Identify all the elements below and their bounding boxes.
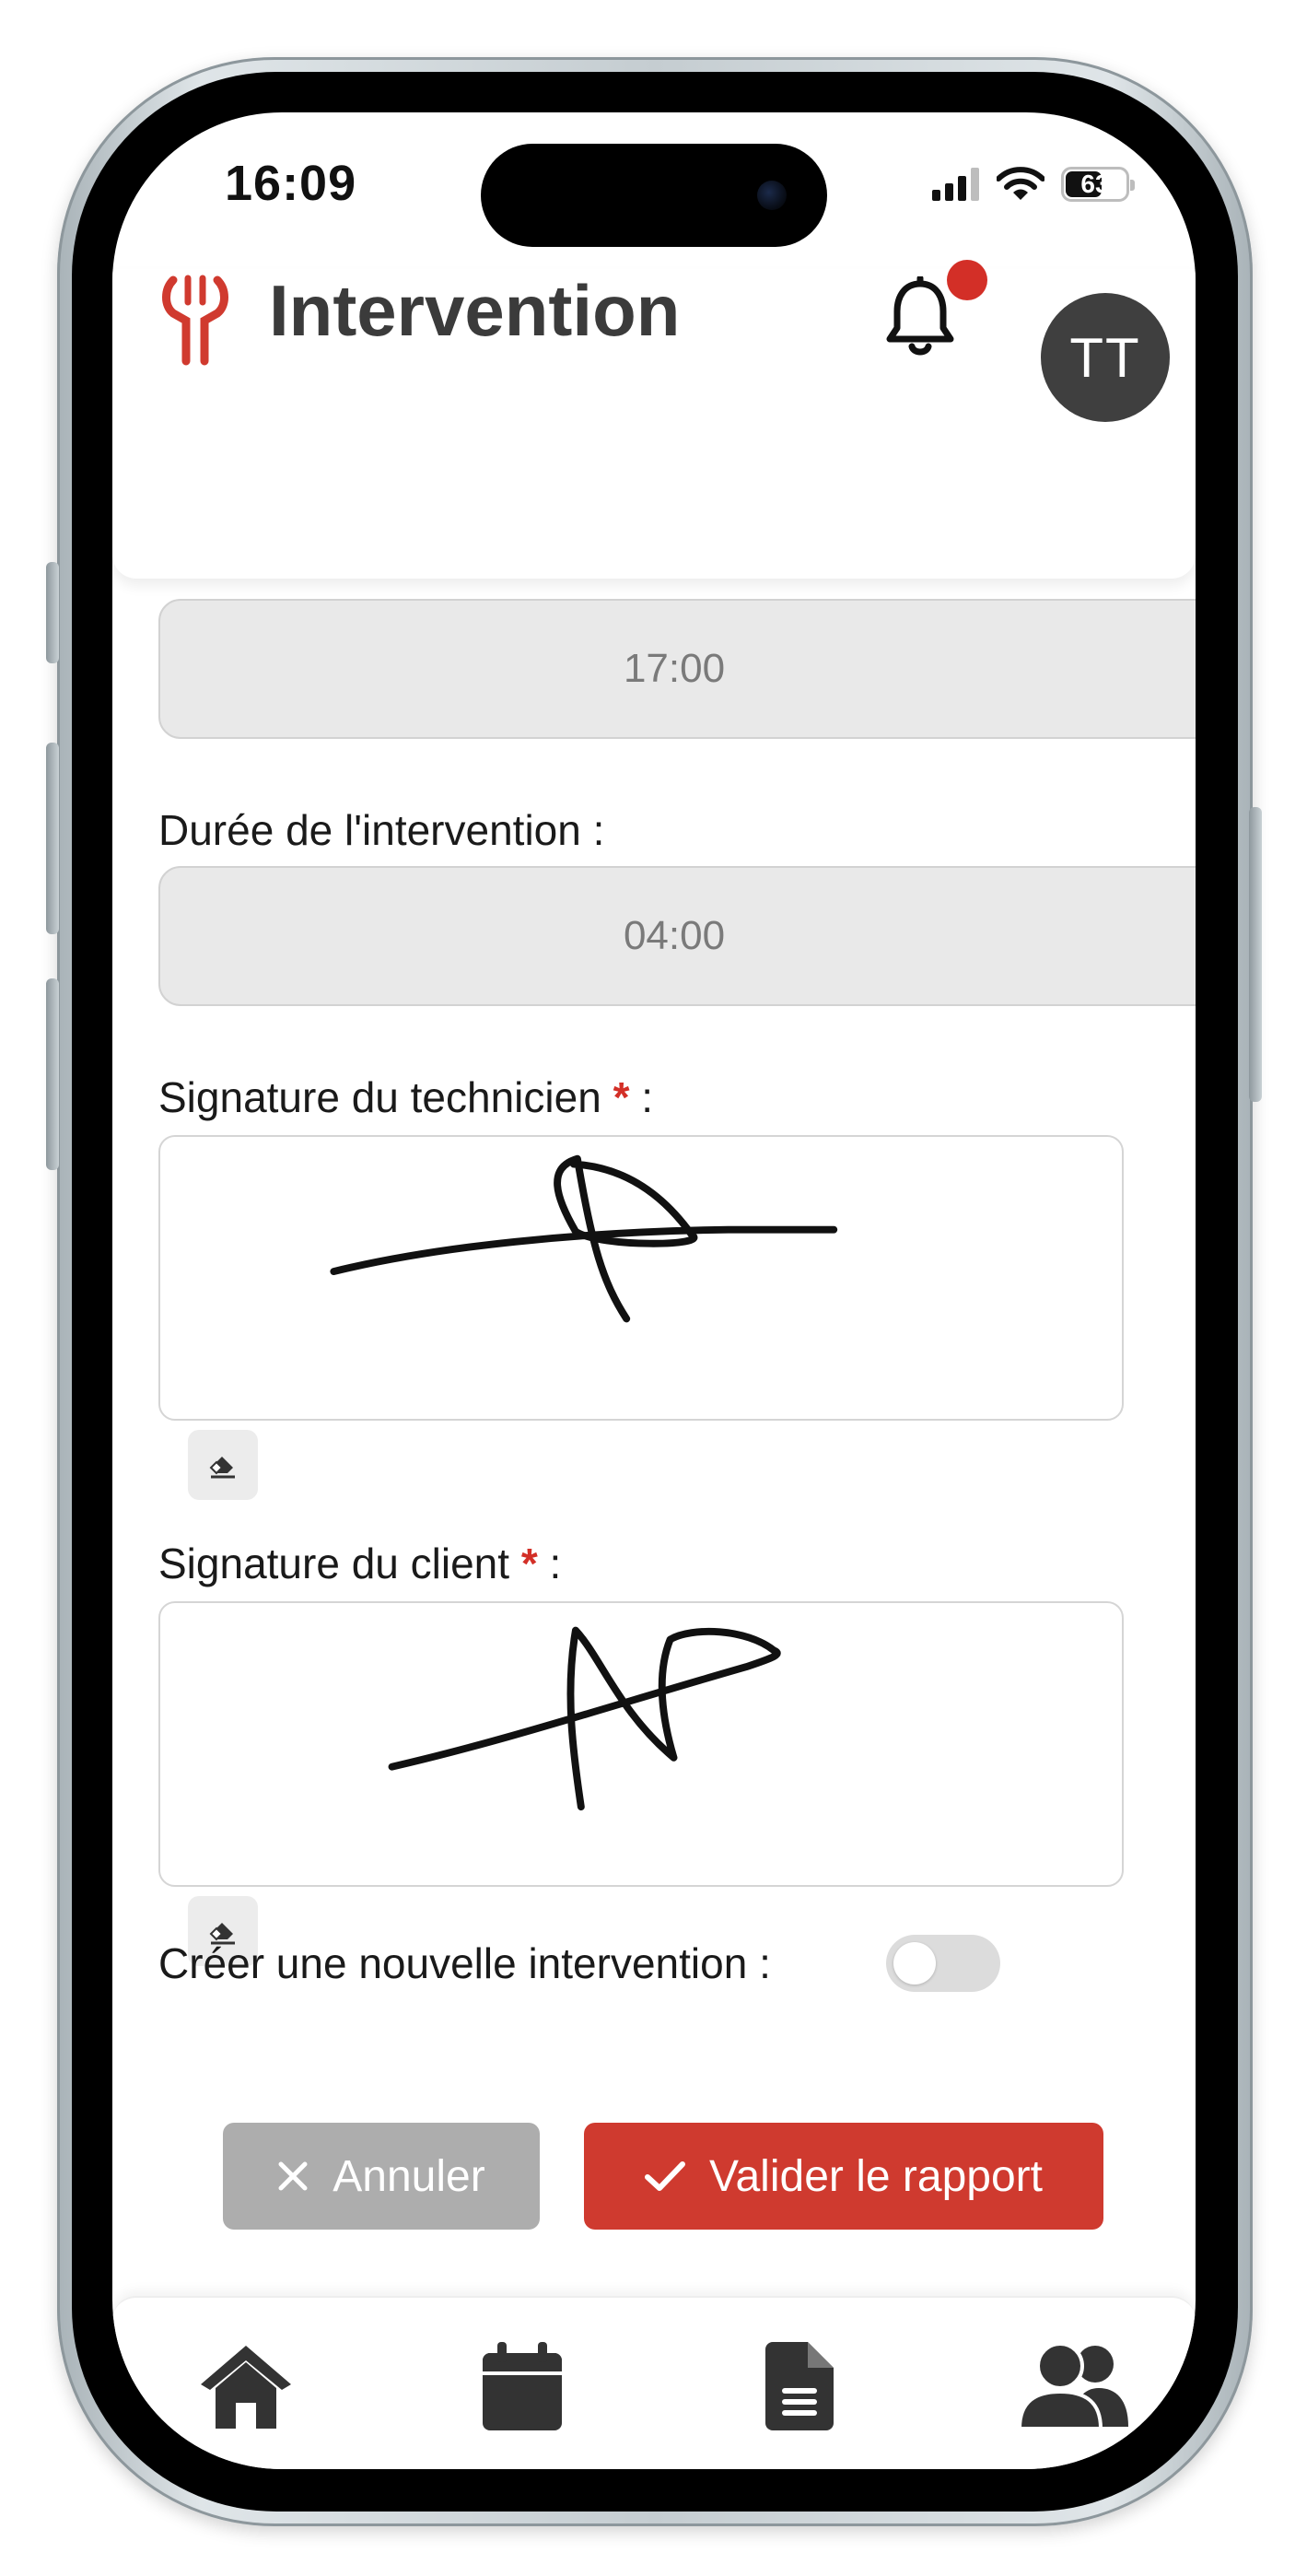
tech-signature-pad[interactable] bbox=[158, 1135, 1124, 1421]
eraser-icon bbox=[209, 1457, 235, 1479]
battery-icon: 63 bbox=[1061, 167, 1135, 202]
duration-label: Durée de l'intervention : bbox=[158, 806, 605, 854]
cancel-button-label: Annuler bbox=[333, 2151, 485, 2201]
check-icon bbox=[645, 2161, 686, 2191]
close-icon bbox=[278, 2161, 308, 2191]
home-icon bbox=[201, 2346, 291, 2429]
dynamic-island bbox=[481, 144, 827, 247]
tech-signature-label-text: Signature du technicien bbox=[158, 1073, 601, 1121]
tech-signature-drawing bbox=[330, 1154, 838, 1323]
battery-level: 63 bbox=[1080, 170, 1110, 198]
notification-badge bbox=[947, 260, 987, 300]
new-intervention-label: Créer une nouvelle intervention : bbox=[158, 1939, 771, 1987]
status-time: 16:09 bbox=[225, 156, 357, 211]
client-signature-pad[interactable] bbox=[158, 1601, 1124, 1887]
wifi-icon bbox=[997, 167, 1044, 200]
bottom-nav bbox=[112, 2296, 1196, 2469]
bell-icon[interactable] bbox=[882, 276, 958, 359]
new-intervention-toggle[interactable] bbox=[886, 1935, 1000, 1992]
nav-calendar[interactable] bbox=[481, 2340, 564, 2432]
tech-signature-label: Signature du technicien * : bbox=[158, 1072, 653, 1122]
nav-users[interactable] bbox=[1015, 2340, 1135, 2432]
page-title: Intervention bbox=[269, 270, 681, 351]
phone-power-button bbox=[1249, 807, 1262, 1102]
nav-documents[interactable] bbox=[763, 2340, 836, 2432]
phone-volume-up-button bbox=[46, 743, 59, 934]
status-icons: 63 bbox=[932, 166, 1135, 203]
label-colon: : bbox=[549, 1540, 562, 1587]
client-signature-label: Signature du client * : bbox=[158, 1539, 561, 1588]
battery-tip bbox=[1130, 180, 1135, 191]
phone-volume-down-button bbox=[46, 978, 59, 1170]
document-icon bbox=[765, 2342, 834, 2430]
validate-button-label: Valider le rapport bbox=[709, 2151, 1043, 2201]
nav-home[interactable] bbox=[195, 2340, 297, 2432]
users-icon bbox=[1018, 2342, 1128, 2430]
duration-field[interactable]: 04:00 bbox=[158, 866, 1196, 1006]
required-marker: * bbox=[520, 1540, 538, 1587]
client-signature-drawing bbox=[388, 1626, 781, 1811]
clear-tech-signature-button[interactable] bbox=[188, 1430, 258, 1500]
signal-icon bbox=[932, 168, 979, 201]
cancel-button[interactable]: Annuler bbox=[223, 2123, 540, 2230]
avatar[interactable]: TT bbox=[1041, 293, 1170, 422]
required-marker: * bbox=[613, 1073, 630, 1121]
front-camera bbox=[757, 181, 787, 210]
phone-action-button bbox=[46, 562, 59, 663]
label-colon: : bbox=[641, 1073, 654, 1121]
tools-logo-icon bbox=[162, 275, 228, 366]
toggle-knob bbox=[893, 1942, 936, 1985]
end-time-field[interactable]: 17:00 bbox=[158, 599, 1196, 739]
validate-report-button[interactable]: Valider le rapport bbox=[584, 2123, 1103, 2230]
client-signature-label-text: Signature du client bbox=[158, 1540, 510, 1587]
calendar-icon bbox=[483, 2342, 562, 2430]
screen: 16:09 63 Intervention TT 17:00 Durée de … bbox=[112, 112, 1196, 2469]
